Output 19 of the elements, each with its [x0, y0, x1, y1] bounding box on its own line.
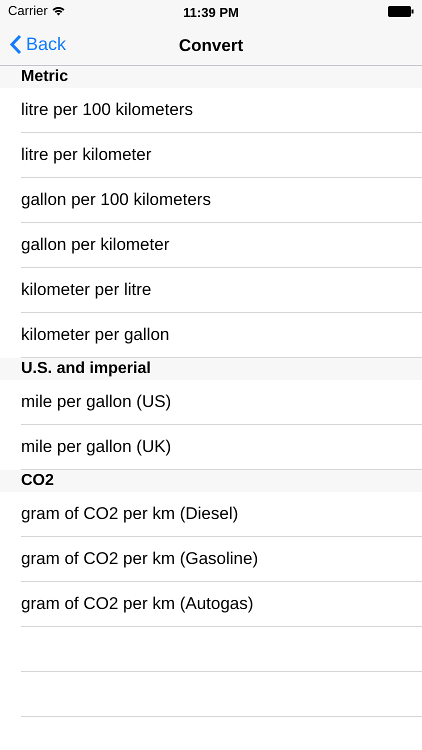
back-button[interactable]: Back: [0, 22, 66, 66]
list-item[interactable]: litre per 100 kilometers: [21, 88, 422, 133]
section-header: CO2: [0, 470, 422, 492]
carrier-name: Carrier: [8, 2, 48, 20]
list-item[interactable]: gram of CO2 per km (Gasoline): [21, 537, 422, 582]
list-item[interactable]: mile per gallon (US): [21, 380, 422, 425]
wifi-icon: [52, 6, 65, 16]
page-title: Convert: [178, 35, 244, 57]
list-item[interactable]: gallon per 100 kilometers: [21, 178, 422, 223]
section-header: U.S. and imperial: [0, 358, 422, 380]
list-item[interactable]: kilometer per litre: [21, 268, 422, 313]
status-time: 11:39 PM: [183, 4, 239, 22]
section-header: Metric: [0, 66, 422, 88]
list-item[interactable]: gallon per kilometer: [21, 223, 422, 268]
chevron-icon: [10, 34, 22, 54]
list-item[interactable]: litre per kilometer: [21, 133, 422, 178]
list-item[interactable]: gram of CO2 per km (Diesel): [21, 492, 422, 537]
list-item[interactable]: gram of CO2 per km (Autogas): [21, 582, 422, 627]
battery-icon: [388, 6, 414, 16]
